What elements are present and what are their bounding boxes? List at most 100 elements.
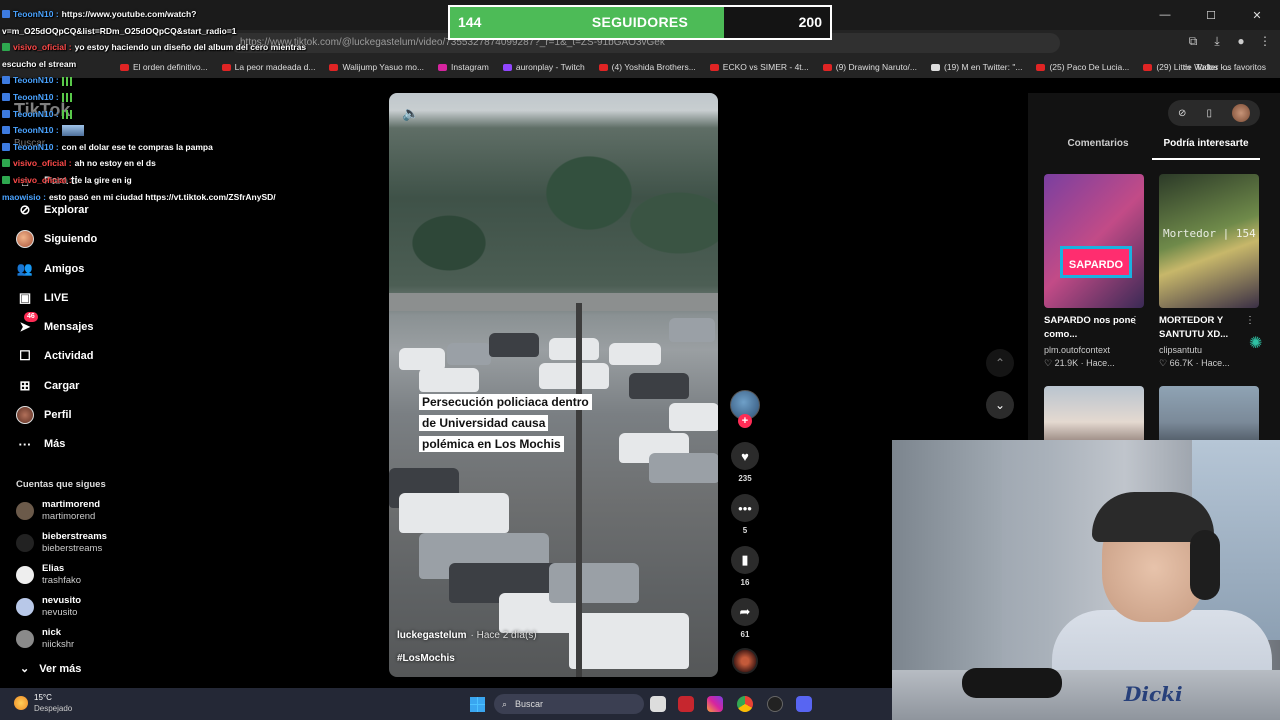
compass-icon[interactable]: ⊘ [1178,108,1186,119]
profile-icon [16,406,34,424]
chat-username: visivo_oficial : [13,158,72,169]
following-account[interactable]: nick niickshr [16,627,74,651]
recommended-video-card[interactable]: Mortedor | 154 MORTEDOR Y SANTUTU XD... … [1159,174,1259,369]
chat-message: TeoonN10 : con el dolar ese te compras la… [2,139,332,156]
instagram-icon[interactable] [707,696,723,712]
friends-icon: 👥 [16,261,34,276]
chevron-down-icon: ⌄ [994,398,1006,412]
right-top-icons: ⊘ ▯ [1168,100,1260,126]
next-video-button[interactable]: ⌄ [986,391,1014,419]
close-button[interactable]: ✕ [1234,0,1280,30]
user-avatar[interactable] [1231,104,1250,122]
chat-username: TeoonN10 : [13,9,59,19]
video-player[interactable]: 🔈 Persecución policiaca dentro de Univer… [389,93,718,677]
extensions-icon[interactable]: ⧉ [1186,34,1200,48]
bookmark[interactable]: Instagram [438,62,489,72]
recommended-video-card[interactable]: SAPARDO SAPARDO nos pone como... ⋮ plm.o… [1044,174,1144,369]
windows-start-icon[interactable] [470,697,485,712]
bookmark[interactable]: (19) M en Twitter: "... [931,62,1022,72]
previous-video-button[interactable]: ⌃ [986,349,1014,377]
video-hashtag[interactable]: #LosMochis [397,653,455,664]
save-action[interactable]: ▮ 16 [730,546,760,587]
profile-icon[interactable]: ● [1234,34,1248,48]
tab-podria-interesarte[interactable]: Podría interesarte [1152,136,1260,160]
emote-icon [61,125,84,137]
tab-comentarios[interactable]: Comentarios [1044,136,1152,160]
avatar [16,630,34,648]
obs-icon[interactable] [767,696,783,712]
see-more-button[interactable]: ⌄ Ver más [20,662,81,676]
taskbar-search[interactable]: ⌕ Buscar [494,694,644,714]
chat-text: con el dolar ese te compras la pampa [61,141,213,152]
chat-username: TeoonN10 : [13,91,59,102]
following-account[interactable]: nevusito nevusito [16,595,81,619]
following-account[interactable]: martimorend martimorend [16,499,100,523]
bookmark[interactable]: auronplay - Twitch [502,62,585,72]
toolbar-icons: ⧉ ⤓ ● ⋮ [1186,34,1272,49]
comment-action[interactable]: ••• 5 [730,494,760,535]
chat-badge-icon [2,142,10,151]
chat-badge-icon [2,109,10,118]
sidebar-item-cargar[interactable]: ⊞ Cargar [16,375,80,397]
chat-badge-icon [2,10,10,18]
sidebar-item-live[interactable]: ▣ LIVE [16,287,69,309]
more-icon: ··· [18,436,32,452]
bookmark[interactable]: ECKO vs SIMER - 4t... [709,62,809,72]
volume-icon[interactable]: 🔈 [402,105,419,122]
following-account[interactable]: bieberstreams bieberstreams [16,531,107,555]
like-action[interactable]: ♥ 235 [730,442,760,483]
more-options-icon[interactable]: ⋮ [1130,315,1140,326]
bookmark[interactable]: (25) Paco De Lucia... [1036,62,1129,72]
bookmark[interactable]: (4) Yoshida Brothers... [598,62,696,72]
sidebar-item-mas[interactable]: ··· Más [16,433,66,455]
signal-emote-icon [61,76,72,86]
more-options-icon[interactable]: ⋮ [1245,315,1255,326]
all-bookmarks[interactable]: ▭ Todos los favoritos [1183,56,1266,78]
menu-icon[interactable]: ⋮ [1258,34,1272,48]
video-frame-trees [389,113,718,303]
chat-message: TeoonN10 : [2,72,332,89]
assistant-extension-icon[interactable]: ✺ [1249,333,1269,353]
sidebar-item-mensajes[interactable]: ➤ 46 Mensajes [16,312,94,338]
follower-goal-label: SEGUIDORES [591,14,689,30]
chat-message: TeoonN10 : [2,106,332,123]
sidebar-item-perfil[interactable]: Perfil [16,404,72,426]
maximize-button[interactable]: ☐ [1188,0,1234,30]
sidebar-item-amigos[interactable]: 👥 Amigos [16,258,84,280]
phone-icon[interactable]: ▯ [1206,108,1212,119]
follower-goal-bar: SEGUIDORES 144 200 [448,5,832,40]
recommended-video-card[interactable] [1044,386,1144,446]
os-taskbar [0,688,892,720]
discord-icon[interactable] [796,696,812,712]
files-app-icon[interactable] [650,696,666,712]
music-disc-icon[interactable] [732,648,758,674]
following-account[interactable]: Elias trashfako [16,563,81,587]
recommended-video-card[interactable] [1159,386,1259,446]
bookmark[interactable]: (9) Drawing Naruto/... [822,62,917,72]
follow-button[interactable]: + [738,414,752,428]
chat-text: te la gire en ig [74,174,132,185]
share-action[interactable]: ➦ 61 [730,598,760,639]
chat-username: visivo_oficial : [13,42,72,53]
video-thumbnail [1044,386,1144,446]
microphone [962,668,1062,698]
sidebar-item-actividad[interactable]: ☐ Actividad [16,345,93,367]
right-tabs: Comentarios Podría interesarte [1044,136,1260,160]
download-icon[interactable]: ⤓ [1210,34,1224,48]
bookmark[interactable]: Walijump Yasuo mo... [329,62,424,72]
video-author[interactable]: luckegastelum · Hace 2 día(s) [397,630,537,641]
app-icon[interactable] [678,696,694,712]
chat-badge-icon [2,159,10,168]
chat-message: maowisio : esto pasó en mi ciudad https:/… [2,189,332,206]
weather-widget[interactable]: 15°C Despejado [14,692,72,714]
search-icon: ⌕ [502,698,508,709]
activity-icon: ☐ [19,348,31,363]
chrome-icon[interactable] [737,696,753,712]
follower-goal: 200 [798,14,822,30]
chat-badge-icon [2,175,10,184]
minimize-button[interactable]: — [1142,0,1188,30]
chat-username: TeoonN10 : [13,141,59,152]
sidebar-item-siguiendo[interactable]: Siguiendo [16,228,97,250]
video-thumbnail: SAPARDO [1044,174,1144,308]
following-title: Cuentas que sigues [16,479,106,490]
